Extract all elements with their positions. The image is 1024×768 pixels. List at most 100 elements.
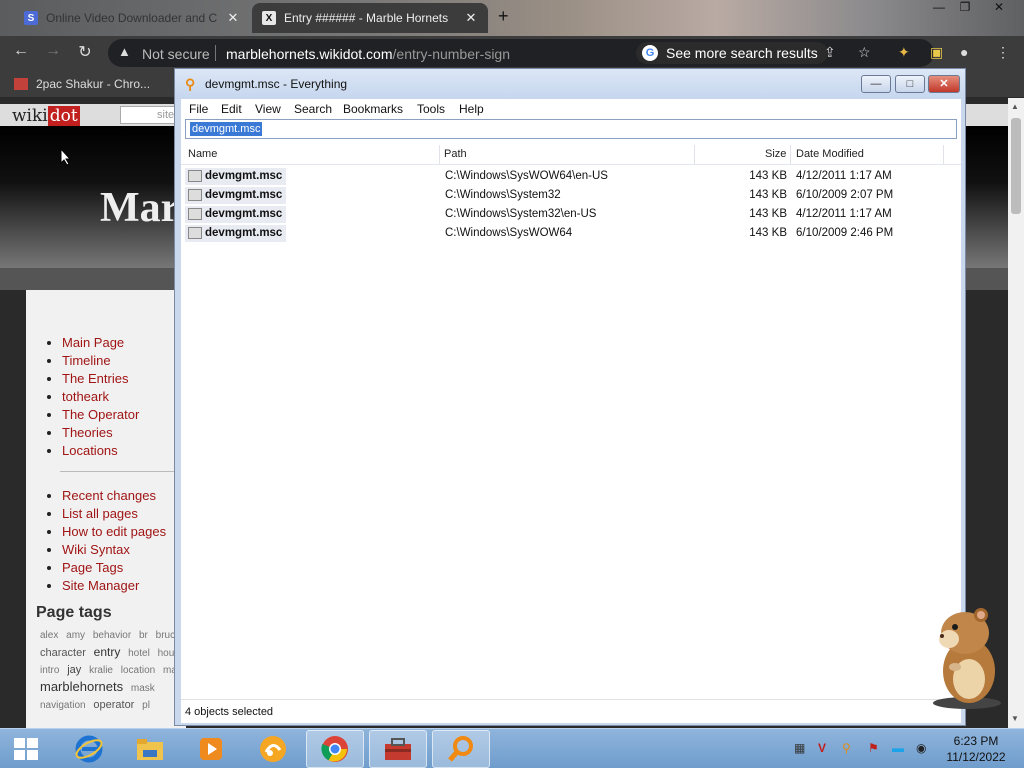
- nav-link[interactable]: How to edit pages: [62, 524, 166, 539]
- nav-link[interactable]: Theories: [62, 425, 113, 440]
- nav-the-entries[interactable]: The Entries: [62, 370, 139, 388]
- scroll-down-icon[interactable]: ▼: [1011, 714, 1019, 723]
- media-player-icon[interactable]: [182, 730, 240, 768]
- close-window-icon[interactable]: ✕: [986, 0, 1012, 18]
- toolbox-icon[interactable]: [369, 730, 427, 768]
- extensions-icon[interactable]: ✦: [898, 44, 910, 61]
- tray-everything-icon[interactable]: ⚲: [842, 741, 851, 755]
- restore-icon[interactable]: ❐: [952, 0, 978, 18]
- file-explorer-icon[interactable]: [121, 730, 179, 768]
- tag-link[interactable]: alex: [40, 630, 58, 641]
- table-row[interactable]: devmgmt.msc C:\Windows\System32 143 KB 6…: [181, 186, 961, 205]
- nav-totheark[interactable]: totheark: [62, 388, 139, 406]
- maximize-button[interactable]: □: [895, 75, 925, 93]
- menu-view[interactable]: View: [255, 102, 281, 116]
- tag-link[interactable]: marblehornets: [40, 679, 123, 694]
- tag-link[interactable]: character: [40, 647, 86, 659]
- tag-link[interactable]: location: [121, 665, 155, 676]
- side-panel-icon[interactable]: ▣: [930, 44, 943, 61]
- tag-link[interactable]: operator: [93, 699, 134, 711]
- bookmark-item[interactable]: 2pac Shakur - Chro...: [14, 77, 150, 91]
- nav-link[interactable]: Page Tags: [62, 560, 123, 575]
- start-windows-icon[interactable]: [14, 738, 38, 760]
- table-row[interactable]: devmgmt.msc C:\Windows\SysWOW64 143 KB 6…: [181, 224, 961, 243]
- tag-link[interactable]: hotel: [128, 648, 150, 659]
- bookmark-star-icon[interactable]: ☆: [858, 44, 871, 61]
- nav-link[interactable]: totheark: [62, 389, 109, 404]
- menu-tools[interactable]: Tools: [417, 102, 445, 116]
- menu-search[interactable]: Search: [294, 102, 332, 116]
- menu-kebab-icon[interactable]: ⋮: [996, 44, 1010, 61]
- nav-how-to-edit[interactable]: How to edit pages: [62, 523, 166, 541]
- address-bar[interactable]: ▲ Not secure marblehornets.wikidot.com/e…: [108, 39, 934, 67]
- nav-timeline[interactable]: Timeline: [62, 352, 139, 370]
- nav-link[interactable]: Main Page: [62, 335, 124, 350]
- nav-link[interactable]: Wiki Syntax: [62, 542, 130, 557]
- menu-bookmarks[interactable]: Bookmarks: [343, 102, 403, 116]
- close-button[interactable]: ✕: [928, 75, 960, 93]
- nav-list-all-pages[interactable]: List all pages: [62, 505, 166, 523]
- nav-locations[interactable]: Locations: [62, 442, 139, 460]
- nav-site-manager[interactable]: Site Manager: [62, 577, 166, 595]
- scroll-thumb[interactable]: [1011, 118, 1021, 214]
- column-divider[interactable]: [943, 145, 944, 165]
- table-row[interactable]: devmgmt.msc C:\Windows\System32\en-US 14…: [181, 205, 961, 224]
- nav-page-tags[interactable]: Page Tags: [62, 559, 166, 577]
- column-path[interactable]: Path: [444, 148, 467, 160]
- tray-volume-icon[interactable]: ◉: [916, 741, 926, 755]
- uc-browser-icon[interactable]: [244, 730, 302, 768]
- column-divider[interactable]: [694, 145, 695, 165]
- nav-wiki-syntax[interactable]: Wiki Syntax: [62, 541, 166, 559]
- see-more-search-results-chip[interactable]: G See more search results: [636, 42, 828, 64]
- nav-main-page[interactable]: Main Page: [62, 334, 139, 352]
- tag-link[interactable]: intro: [40, 665, 59, 676]
- forward-icon[interactable]: →: [42, 42, 64, 64]
- tray-antivirus-icon[interactable]: V: [818, 741, 826, 755]
- tag-link[interactable]: amy: [66, 630, 85, 641]
- nav-theories[interactable]: Theories: [62, 424, 139, 442]
- tag-link[interactable]: jay: [67, 664, 81, 676]
- nav-recent-changes[interactable]: Recent changes: [62, 487, 166, 505]
- tag-link[interactable]: mask: [131, 683, 155, 694]
- column-divider[interactable]: [439, 145, 440, 165]
- column-date-modified[interactable]: Date Modified: [796, 148, 864, 160]
- menu-edit[interactable]: Edit: [221, 102, 242, 116]
- close-tab-icon[interactable]: ✕: [226, 10, 240, 26]
- minimize-button[interactable]: —: [861, 75, 891, 93]
- internet-explorer-icon[interactable]: [60, 730, 118, 768]
- column-name[interactable]: Name: [188, 148, 217, 160]
- tag-link[interactable]: br: [139, 630, 148, 641]
- wikidot-logo[interactable]: wiki dot: [12, 106, 80, 126]
- tray-network-icon[interactable]: ▦: [794, 741, 805, 755]
- scroll-up-icon[interactable]: ▲: [1011, 102, 1019, 111]
- nav-link[interactable]: List all pages: [62, 506, 138, 521]
- system-clock[interactable]: 6:23 PM 11/12/2022: [936, 733, 1016, 765]
- table-row[interactable]: devmgmt.msc C:\Windows\SysWOW64\en-US 14…: [181, 167, 961, 186]
- tag-link[interactable]: behavior: [93, 630, 131, 641]
- page-scrollbar[interactable]: ▲ ▼: [1008, 98, 1024, 728]
- url-text[interactable]: marblehornets.wikidot.com/entry-number-s…: [226, 46, 510, 62]
- reload-icon[interactable]: ↻: [74, 42, 96, 64]
- nav-link[interactable]: Locations: [62, 443, 118, 458]
- nav-link[interactable]: The Operator: [62, 407, 139, 422]
- menu-file[interactable]: File: [189, 102, 208, 116]
- new-tab-button[interactable]: +: [498, 6, 509, 27]
- column-divider[interactable]: [790, 145, 791, 165]
- nav-link[interactable]: Recent changes: [62, 488, 156, 503]
- tray-flag-icon[interactable]: ⚑: [868, 741, 879, 755]
- nav-link[interactable]: Timeline: [62, 353, 111, 368]
- nav-the-operator[interactable]: The Operator: [62, 406, 139, 424]
- tag-link[interactable]: entry: [94, 645, 121, 659]
- close-tab-icon[interactable]: ✕: [464, 10, 478, 26]
- menu-help[interactable]: Help: [459, 102, 484, 116]
- column-size[interactable]: Size: [765, 148, 786, 160]
- window-title-bar[interactable]: ⚲ devmgmt.msc - Everything — □ ✕: [175, 69, 965, 99]
- tag-link[interactable]: navigation: [40, 700, 86, 711]
- minimize-icon[interactable]: —: [926, 0, 952, 18]
- everything-search-icon[interactable]: [432, 730, 490, 768]
- chrome-icon[interactable]: [306, 730, 364, 768]
- nav-link[interactable]: Site Manager: [62, 578, 139, 593]
- profile-avatar-icon[interactable]: ●: [960, 44, 968, 60]
- tag-link[interactable]: pl: [142, 700, 150, 711]
- search-input[interactable]: devmgmt.msc: [185, 119, 957, 139]
